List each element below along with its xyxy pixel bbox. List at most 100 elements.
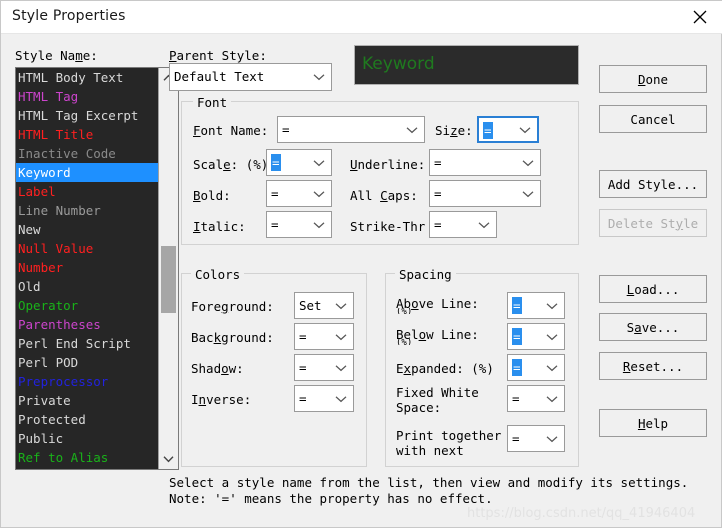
above-line-value: =	[512, 297, 522, 314]
foreground-label: Foreground:	[191, 299, 274, 314]
fixed-white-space-value: =	[512, 391, 520, 406]
chevron-down-icon	[522, 190, 534, 197]
chevron-down-icon	[335, 364, 347, 371]
chevron-down-icon	[546, 364, 558, 371]
size-value: =	[483, 122, 493, 139]
fixed-white-space-combo[interactable]: =	[507, 385, 565, 412]
size-label: Size:	[435, 123, 473, 138]
above-line-combo[interactable]: =	[507, 292, 565, 319]
above-line-sublabel: (%)	[396, 308, 413, 314]
list-item[interactable]: Keyword	[16, 163, 159, 182]
font-name-combo[interactable]: =	[277, 116, 425, 143]
list-item[interactable]: Perl POD	[16, 353, 159, 372]
style-list-scrollbar[interactable]	[158, 68, 178, 469]
print-together-combo[interactable]: =	[507, 425, 565, 452]
print-together-label: Print together with next	[396, 428, 502, 458]
style-name-list[interactable]: HTML Body Text HTML Tag HTML Tag Excerpt HT…	[16, 68, 159, 469]
load-button[interactable]: Load...	[599, 275, 707, 303]
list-item[interactable]: Parentheses	[16, 315, 159, 334]
chevron-down-icon	[163, 456, 174, 463]
chevron-down-icon	[519, 126, 531, 133]
strike-thr-value: =	[434, 217, 442, 232]
bold-combo[interactable]: =	[266, 180, 332, 207]
expanded-combo[interactable]: =	[507, 354, 565, 381]
foreground-combo[interactable]: Set	[294, 292, 354, 319]
parent-style-combo[interactable]: Default Text	[169, 63, 332, 91]
list-item[interactable]: Old	[16, 277, 159, 296]
inverse-value: =	[299, 391, 307, 406]
list-item[interactable]: Null Value	[16, 239, 159, 258]
chevron-down-icon	[313, 74, 325, 81]
underline-value: =	[434, 155, 442, 170]
close-button[interactable]	[677, 1, 722, 32]
chevron-down-icon	[313, 159, 325, 166]
chevron-down-icon	[313, 190, 325, 197]
list-item[interactable]: Label	[16, 182, 159, 201]
spacing-group-title: Spacing	[395, 267, 456, 282]
expanded-label: Expanded: (%)	[396, 361, 494, 376]
fixed-white-space-label: Fixed White Space:	[396, 385, 479, 415]
list-item[interactable]: Operator	[16, 296, 159, 315]
bold-label: Bold:	[193, 188, 231, 203]
list-item[interactable]: Preprocessor	[16, 372, 159, 391]
print-together-value: =	[512, 431, 520, 446]
inverse-combo[interactable]: =	[294, 385, 354, 412]
title-bar: Style Properties	[1, 1, 722, 34]
list-item[interactable]: Ref to Base Class	[16, 467, 159, 469]
list-item[interactable]: Public	[16, 429, 159, 448]
list-item[interactable]: Line Number	[16, 201, 159, 220]
chevron-down-icon	[546, 302, 558, 309]
close-icon	[693, 10, 707, 23]
strike-thr-combo[interactable]: =	[429, 211, 497, 238]
italic-value: =	[271, 217, 279, 232]
parent-style-label: Parent Style:	[169, 48, 267, 63]
style-name-listbox[interactable]: HTML Body Text HTML Tag HTML Tag Excerpt HT…	[15, 67, 179, 470]
shadow-combo[interactable]: =	[294, 354, 354, 381]
list-item[interactable]: Ref to Alias	[16, 448, 159, 467]
scroll-down-button[interactable]	[159, 449, 178, 469]
size-combo[interactable]: =	[477, 116, 539, 143]
style-properties-dialog: Style Properties Style Name: HTML Body T…	[0, 0, 722, 528]
delete-style-button[interactable]: Delete Style	[599, 209, 707, 237]
save-button[interactable]: Save...	[599, 313, 707, 341]
done-button[interactable]: Done	[599, 65, 707, 93]
list-item[interactable]: HTML Title	[16, 125, 159, 144]
chevron-down-icon	[478, 221, 490, 228]
chevron-down-icon	[546, 333, 558, 340]
add-style-button[interactable]: Add Style...	[599, 170, 707, 198]
background-combo[interactable]: =	[294, 323, 354, 350]
shadow-value: =	[299, 360, 307, 375]
chevron-down-icon	[335, 333, 347, 340]
list-item[interactable]: HTML Body Text	[16, 68, 159, 87]
all-caps-combo[interactable]: =	[429, 180, 541, 207]
list-item[interactable]: Perl End Script	[16, 334, 159, 353]
list-item[interactable]: Private	[16, 391, 159, 410]
chevron-down-icon	[546, 395, 558, 402]
list-item[interactable]: New	[16, 220, 159, 239]
list-item[interactable]: Number	[16, 258, 159, 277]
list-item[interactable]: HTML Tag	[16, 87, 159, 106]
italic-combo[interactable]: =	[266, 211, 332, 238]
reset-button[interactable]: Reset...	[599, 352, 707, 380]
list-item[interactable]: Inactive Code	[16, 144, 159, 163]
scale-combo[interactable]: =	[266, 149, 332, 176]
all-caps-value: =	[434, 186, 442, 201]
scale-value: =	[271, 154, 281, 171]
below-line-combo[interactable]: =	[507, 323, 565, 350]
underline-combo[interactable]: =	[429, 149, 541, 176]
style-preview-box: Keyword	[354, 45, 579, 85]
parent-style-value: Default Text	[174, 69, 265, 84]
chevron-down-icon	[406, 126, 418, 133]
font-name-label: Font Name:	[193, 123, 269, 138]
chevron-down-icon	[313, 221, 325, 228]
list-item[interactable]: HTML Tag Excerpt	[16, 106, 159, 125]
scrollbar-thumb[interactable]	[161, 246, 176, 313]
help-button[interactable]: Help	[599, 409, 707, 437]
cancel-button[interactable]: Cancel	[599, 105, 707, 133]
list-item[interactable]: Protected	[16, 410, 159, 429]
foreground-value: Set	[299, 298, 322, 313]
shadow-label: Shadow:	[191, 361, 244, 376]
background-value: =	[299, 329, 307, 344]
font-name-value: =	[282, 122, 290, 137]
font-group-title: Font	[193, 95, 232, 110]
